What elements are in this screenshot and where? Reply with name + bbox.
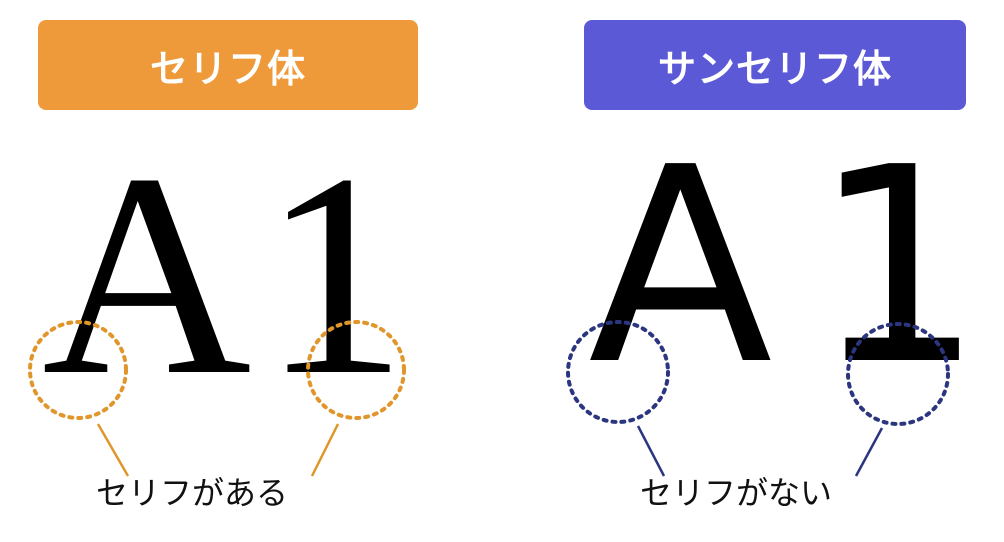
sans-serif-connector-one bbox=[854, 427, 884, 477]
sans-serif-caption: セリフがない bbox=[640, 474, 833, 512]
serif-letter-a: A bbox=[42, 114, 252, 435]
serif-caption: セリフがある bbox=[96, 474, 289, 512]
sans-serif-letter-a: A bbox=[588, 109, 773, 424]
sans-serif-digit-one: 1 bbox=[812, 109, 984, 424]
sans-serif-header-label: サンセリフ体 bbox=[657, 46, 892, 91]
serif-digit-one: 1 bbox=[262, 114, 407, 435]
serif-header-label: セリフ体 bbox=[149, 46, 306, 91]
serif-header-badge: セリフ体 bbox=[38, 20, 418, 110]
sans-serif-header-badge: サンセリフ体 bbox=[584, 20, 966, 110]
